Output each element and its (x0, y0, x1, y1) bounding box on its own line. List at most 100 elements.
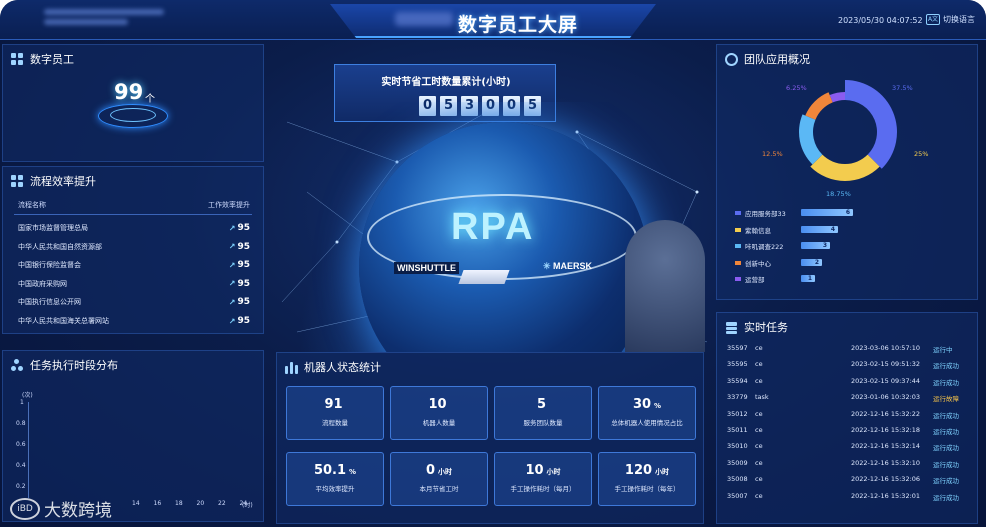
task-time: 2022-12-16 15:32:06 (851, 475, 921, 484)
stat-label: 手工操作耗时（每年） (614, 485, 680, 493)
blurred-title-prefix (395, 12, 453, 26)
table-row[interactable]: 35010 ce 2022-12-16 15:32:14 运行成功 (727, 442, 967, 453)
panel-title: 数字员工 (30, 53, 74, 66)
donut-slice[interactable] (805, 92, 833, 120)
table-row: 中华人民共和国自然资源部 ↗ 95 (18, 242, 250, 252)
stat-card: 5 服务团队数量 (494, 386, 592, 440)
panel-header: 任务执行时段分布 (11, 357, 118, 373)
task-time: 2022-12-16 15:32:14 (851, 442, 921, 451)
legend-color-swatch (735, 244, 741, 248)
task-time: 2023-02-15 09:51:32 (851, 360, 921, 369)
x-tick-label: 14 (132, 500, 140, 507)
y-axis-label: (次) (22, 392, 33, 399)
stat-number: 50.1 (313, 463, 347, 478)
table-row[interactable]: 35595 ce 2023-02-15 09:51:32 运行成功 (727, 360, 967, 370)
rpa-globe-visual: RPA WINSHUTTLE ✳ MAERSK (277, 102, 710, 352)
stat-label: 本月节省工时 (419, 485, 459, 493)
table-row[interactable]: 33779 task 2023-01-06 10:32:03 运行故障 (727, 393, 967, 403)
legend-item[interactable]: 咔叽调查222 3 (735, 242, 915, 251)
efficiency-value: ↗ 95 (229, 297, 250, 307)
process-name: 中华人民共和国自然资源部 (18, 242, 102, 251)
page-title: 数字员工大屏 (458, 14, 579, 36)
legend-item[interactable]: 创新中心 2 (735, 258, 915, 268)
efficiency-value: ↗ 95 (229, 316, 250, 326)
robot-figure (625, 220, 705, 352)
process-name: 中华人民共和国海关总署网站 (18, 317, 109, 325)
grid-icon (11, 174, 24, 188)
stat-label: 服务团队数量 (523, 419, 563, 427)
star-icon: ✳ (543, 261, 554, 271)
percent-label: 18.75% (826, 190, 851, 198)
legend-value-bar: 6 (801, 209, 853, 216)
watermark: iBD 大数跨境 (10, 496, 112, 521)
panel-title: 团队应用概况 (744, 53, 810, 66)
trend-up-icon: ↗ (228, 223, 236, 233)
stat-card: 120 小时手工操作耗时（每年） (598, 452, 696, 506)
layers-icon (725, 321, 738, 334)
stat-value: 30% (599, 397, 695, 412)
digital-worker-unit: 个 (145, 94, 155, 105)
stat-unit: % (654, 402, 662, 410)
task-time: 2022-12-16 15:32:01 (851, 491, 921, 500)
task-status: 运行成功 (933, 378, 959, 387)
x-tick-label: 22 (218, 500, 226, 507)
blurred-brand-logo (44, 9, 164, 31)
stat-label: 总体机器人使用情况占比 (611, 419, 683, 427)
x-tick-label: 18 (175, 500, 183, 507)
task-id: 35009 (727, 458, 748, 467)
legend-item[interactable]: 紫翰信息 4 (735, 225, 915, 235)
task-name: ce (755, 442, 763, 451)
language-switch-button[interactable]: A文 切换语言 (926, 14, 975, 25)
efficiency-number: 95 (237, 316, 250, 326)
panel-header: 机器人状态统计 (285, 359, 381, 375)
donut-slice[interactable] (810, 154, 880, 181)
task-id: 35595 (727, 360, 748, 369)
legend-label: 咔叽调查222 (745, 243, 784, 251)
panel-header: 团队应用概况 (725, 51, 810, 67)
stat-number: 120 (624, 463, 653, 478)
stat-value: 91 (287, 397, 383, 412)
panel-header: 实时任务 (725, 319, 788, 335)
bar-chart-icon (285, 361, 298, 374)
table-row[interactable]: 35007 ce 2022-12-16 15:32:01 运行成功 (727, 491, 967, 502)
task-name: ce (755, 409, 763, 418)
percent-label: 37.5% (892, 84, 913, 92)
task-status: 运行中 (933, 346, 953, 354)
table-row[interactable]: 35012 ce 2022-12-16 15:32:22 运行成功 (727, 409, 967, 420)
process-name: 国家市场监督管理总局 (18, 224, 88, 232)
task-status: 运行成功 (933, 411, 959, 420)
efficiency-number: 95 (237, 297, 250, 308)
table-divider (14, 214, 252, 215)
legend-label: 运营部 (745, 276, 765, 284)
table-row[interactable]: 35009 ce 2022-12-16 15:32:10 运行成功 (727, 458, 967, 469)
table-row[interactable]: 35594 ce 2023-02-15 09:37:44 运行成功 (727, 376, 967, 387)
efficiency-value: ↗ 95 (229, 260, 250, 270)
legend-item[interactable]: 应用服务部33 6 (735, 209, 915, 218)
donut-slice[interactable] (799, 114, 823, 165)
task-status: 运行成功 (933, 460, 959, 469)
task-name: ce (755, 376, 763, 385)
donut-slice[interactable] (845, 80, 897, 169)
winshuttle-logo: WINSHUTTLE (394, 262, 459, 274)
y-tick-label: 0.8 (16, 420, 26, 427)
table-row[interactable]: 35008 ce 2022-12-16 15:32:06 运行成功 (727, 475, 967, 485)
maersk-logo-text: MAERSK (553, 261, 593, 271)
legend-item[interactable]: 运营部 1 (735, 275, 915, 284)
legend-value-bar: 3 (801, 242, 830, 249)
stat-unit: 小时 (438, 468, 453, 476)
watermark-logo-icon: iBD (10, 497, 40, 520)
efficiency-number: 95 (237, 223, 250, 233)
task-time: 2023-02-15 09:37:44 (851, 376, 921, 385)
table-row[interactable]: 35011 ce 2022-12-16 15:32:18 运行成功 (727, 426, 967, 436)
counter-title: 实时节省工时数量累计(小时) (381, 77, 511, 88)
task-id: 35011 (727, 426, 748, 434)
stat-card: 10 小时 手工操作耗时（每月） (494, 452, 592, 506)
table-row: 中华人民共和国海关总署网站 ↗ 95 (18, 316, 250, 326)
y-axis-line (28, 402, 29, 498)
efficiency-value: ↗ 95 (229, 242, 250, 252)
task-status: 运行成功 (933, 444, 959, 453)
table-row[interactable]: 35597 ce 2023-03-06 10:57:10 运行中 (727, 344, 967, 354)
stat-value: 0 小时 (391, 463, 487, 478)
language-switch-label: 切换语言 (943, 15, 975, 24)
stat-unit: 小时 (655, 468, 670, 476)
